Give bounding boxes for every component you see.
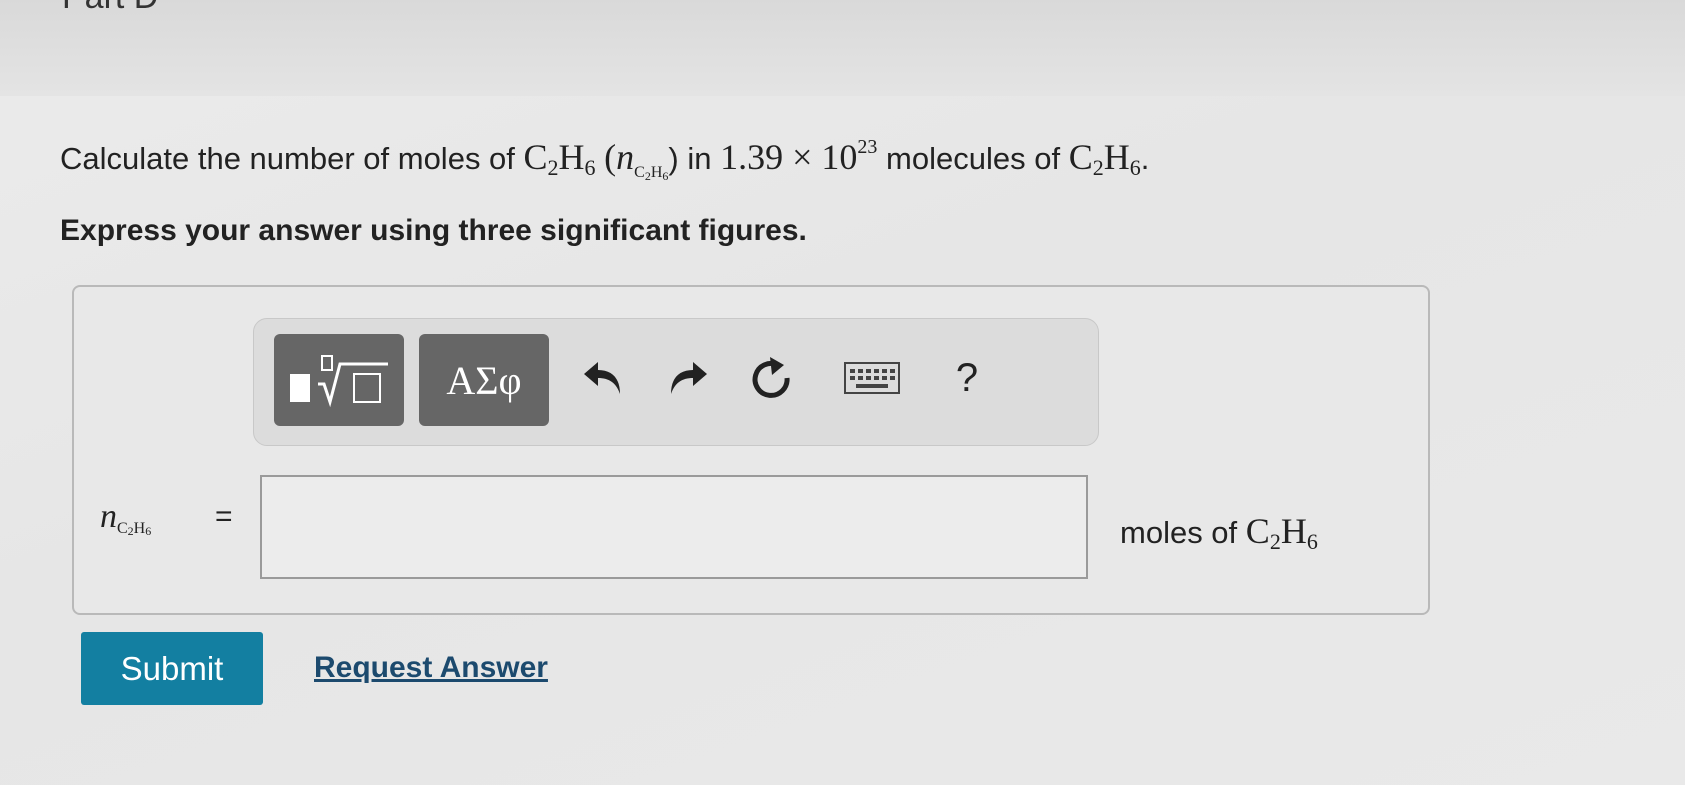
keyboard-icon	[844, 362, 900, 394]
question-prefix: Calculate the number of moles of	[60, 141, 515, 176]
redo-icon	[671, 362, 707, 394]
instruction-text: Express your answer using three signific…	[60, 214, 807, 247]
templates-button[interactable]	[274, 334, 404, 426]
help-button[interactable]: ?	[932, 343, 1002, 413]
answer-label: nC2H6	[100, 498, 152, 538]
symbol-n-paren: (nC2H6	[604, 137, 669, 183]
equals-sign: =	[215, 500, 233, 533]
formula-c2h6-end: C2H6	[1068, 137, 1141, 180]
reset-button[interactable]	[736, 343, 806, 413]
molecule-count: 1.39 × 1023	[720, 136, 878, 177]
formula-c2h6: C2H6	[523, 137, 596, 180]
header-band	[0, 0, 1685, 96]
redo-button[interactable]	[652, 343, 722, 413]
templates-icon	[290, 355, 388, 408]
answer-unit: moles of C2H6	[1120, 511, 1318, 554]
question-in: in	[687, 141, 712, 176]
reset-icon	[752, 357, 790, 398]
math-toolbar: ΑΣφ ?	[253, 318, 1099, 446]
question-text: Calculate the number of moles of C2H6 (n…	[60, 136, 1150, 183]
greek-symbols-button[interactable]: ΑΣφ	[419, 334, 549, 426]
part-title: Part D	[62, 0, 158, 17]
keyboard-button[interactable]	[837, 343, 907, 413]
undo-button[interactable]	[569, 343, 639, 413]
question-molecules-of: molecules of	[886, 141, 1061, 176]
unit-formula: C2H6	[1245, 511, 1318, 554]
submit-button[interactable]: Submit	[81, 632, 263, 705]
undo-icon	[584, 362, 620, 394]
request-answer-link[interactable]: Request Answer	[314, 651, 548, 685]
answer-input[interactable]	[260, 475, 1088, 579]
